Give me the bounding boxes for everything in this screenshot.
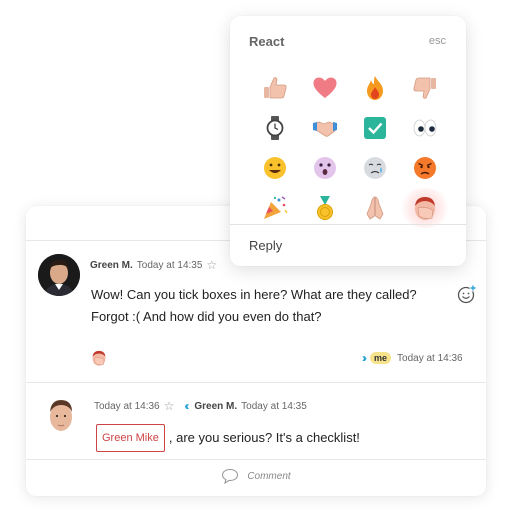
watch-icon[interactable]	[250, 108, 300, 148]
crying-face-icon[interactable]	[350, 148, 400, 188]
reply-author[interactable]: Green M.	[194, 401, 237, 412]
handshake-icon[interactable]	[300, 108, 350, 148]
surprised-face-icon[interactable]	[300, 148, 350, 188]
divider	[26, 459, 486, 460]
avatar-photo	[38, 254, 80, 296]
react-popup: React esc Reply	[230, 16, 466, 266]
comment-text: Green Mike , are you serious? It's a che…	[96, 424, 360, 452]
esc-button[interactable]: esc	[429, 35, 446, 47]
read-time: Today at 14:36	[397, 352, 463, 364]
divider	[230, 224, 466, 225]
stage: Green M. Today at 14:35 ☆ Wow! Can you t…	[0, 0, 512, 512]
comment-meta: Today at 14:36 ☆ ‹‹ Green M. Today at 14…	[94, 399, 307, 413]
comment-line: Forgot :( And how did you even do that?	[91, 309, 322, 324]
checkmark-box-icon[interactable]	[350, 108, 400, 148]
comment-line: Wow! Can you tick boxes in here? What ar…	[91, 287, 417, 302]
heart-icon[interactable]	[300, 68, 350, 108]
comment-text: Wow! Can you tick boxes in here? What ar…	[91, 284, 417, 328]
double-chevron-right-icon: ››	[362, 351, 367, 365]
facepalm-icon[interactable]	[400, 188, 450, 228]
praying-hands-icon[interactable]	[350, 188, 400, 228]
thumbs-down-icon[interactable]	[400, 68, 450, 108]
grinning-face-icon[interactable]	[250, 148, 300, 188]
double-chevron-left-icon: ‹‹	[184, 399, 189, 413]
mention-tag[interactable]: Green Mike	[96, 424, 165, 452]
comment-button[interactable]: Comment	[26, 468, 486, 484]
timestamp: Today at 14:36	[94, 400, 160, 412]
comment-meta: Green M. Today at 14:35 ☆	[90, 258, 217, 272]
author-name[interactable]: Green M.	[90, 260, 133, 271]
read-receipt: ›› me Today at 14:36	[362, 351, 463, 365]
avatar-photo	[50, 400, 72, 431]
speech-bubble-icon	[222, 468, 239, 484]
comment-line: , are you serious? It's a checklist!	[168, 430, 360, 445]
party-popper-icon[interactable]	[250, 188, 300, 228]
reply-button[interactable]: Reply	[249, 238, 282, 253]
star-icon[interactable]: ☆	[164, 399, 175, 413]
fire-icon[interactable]	[350, 68, 400, 108]
eyes-icon[interactable]	[400, 108, 450, 148]
star-icon[interactable]: ☆	[206, 258, 217, 272]
avatar[interactable]	[43, 396, 79, 436]
popup-title: React	[249, 34, 285, 49]
emoji-grid	[250, 68, 450, 228]
facepalm-icon[interactable]	[90, 349, 108, 367]
timestamp: Today at 14:35	[136, 259, 203, 271]
me-badge: me	[370, 352, 392, 364]
reply-time: Today at 14:35	[241, 400, 307, 412]
avatar[interactable]	[38, 254, 80, 296]
angry-face-icon[interactable]	[400, 148, 450, 188]
add-reaction-icon[interactable]	[457, 284, 477, 304]
divider	[26, 382, 486, 383]
comment-label: Comment	[247, 470, 291, 482]
medal-icon[interactable]	[300, 188, 350, 228]
thumbs-up-icon[interactable]	[250, 68, 300, 108]
